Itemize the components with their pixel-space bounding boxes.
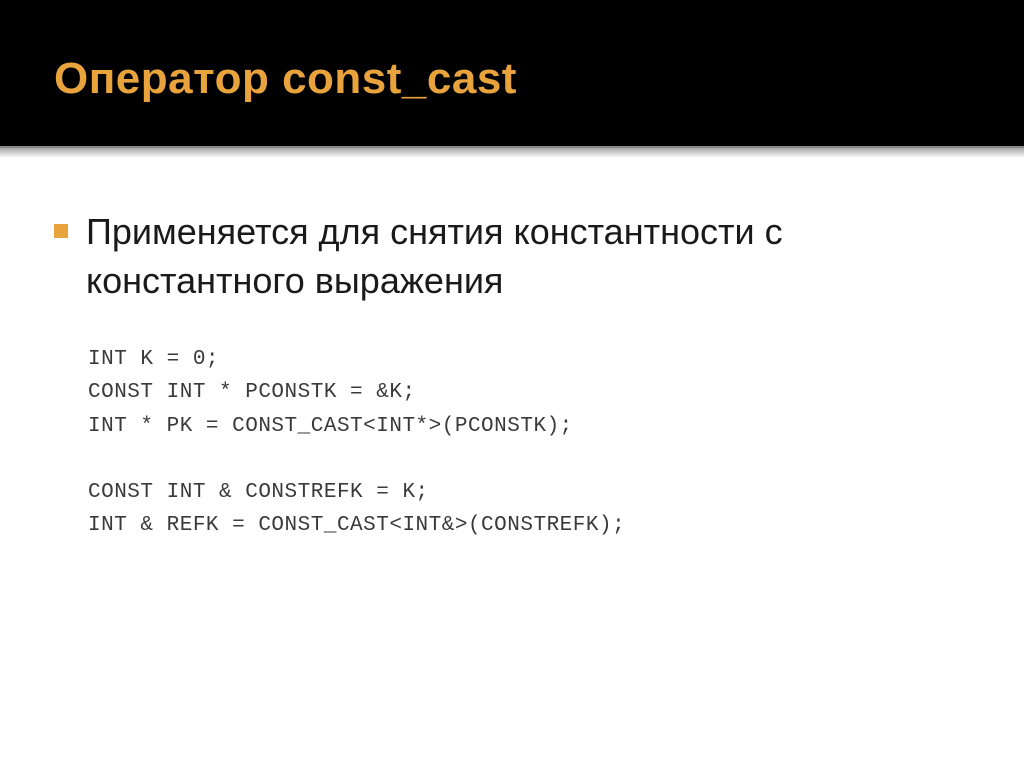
code-line: const int * pConstK = &k; xyxy=(88,376,970,409)
slide-title: Оператор const_cast xyxy=(54,54,970,104)
code-block: int k = 0; const int * pConstK = &k; int… xyxy=(88,343,970,542)
bullet-marker xyxy=(54,224,68,238)
bullet-item: Применяется для снятия константности с к… xyxy=(54,208,970,305)
slide-header: Оператор const_cast xyxy=(0,0,1024,148)
slide-content: Применяется для снятия константности с к… xyxy=(0,148,1024,542)
header-shadow xyxy=(0,148,1024,158)
code-line: const int & constRefK = k; xyxy=(88,476,970,509)
code-gap xyxy=(88,443,970,476)
code-line: int & refK = const_cast<int&>(constRefK)… xyxy=(88,509,970,542)
code-line: int k = 0; xyxy=(88,343,970,376)
bullet-text: Применяется для снятия константности с к… xyxy=(86,208,970,305)
code-line: int * pK = const_cast<int*>(pConstK); xyxy=(88,410,970,443)
